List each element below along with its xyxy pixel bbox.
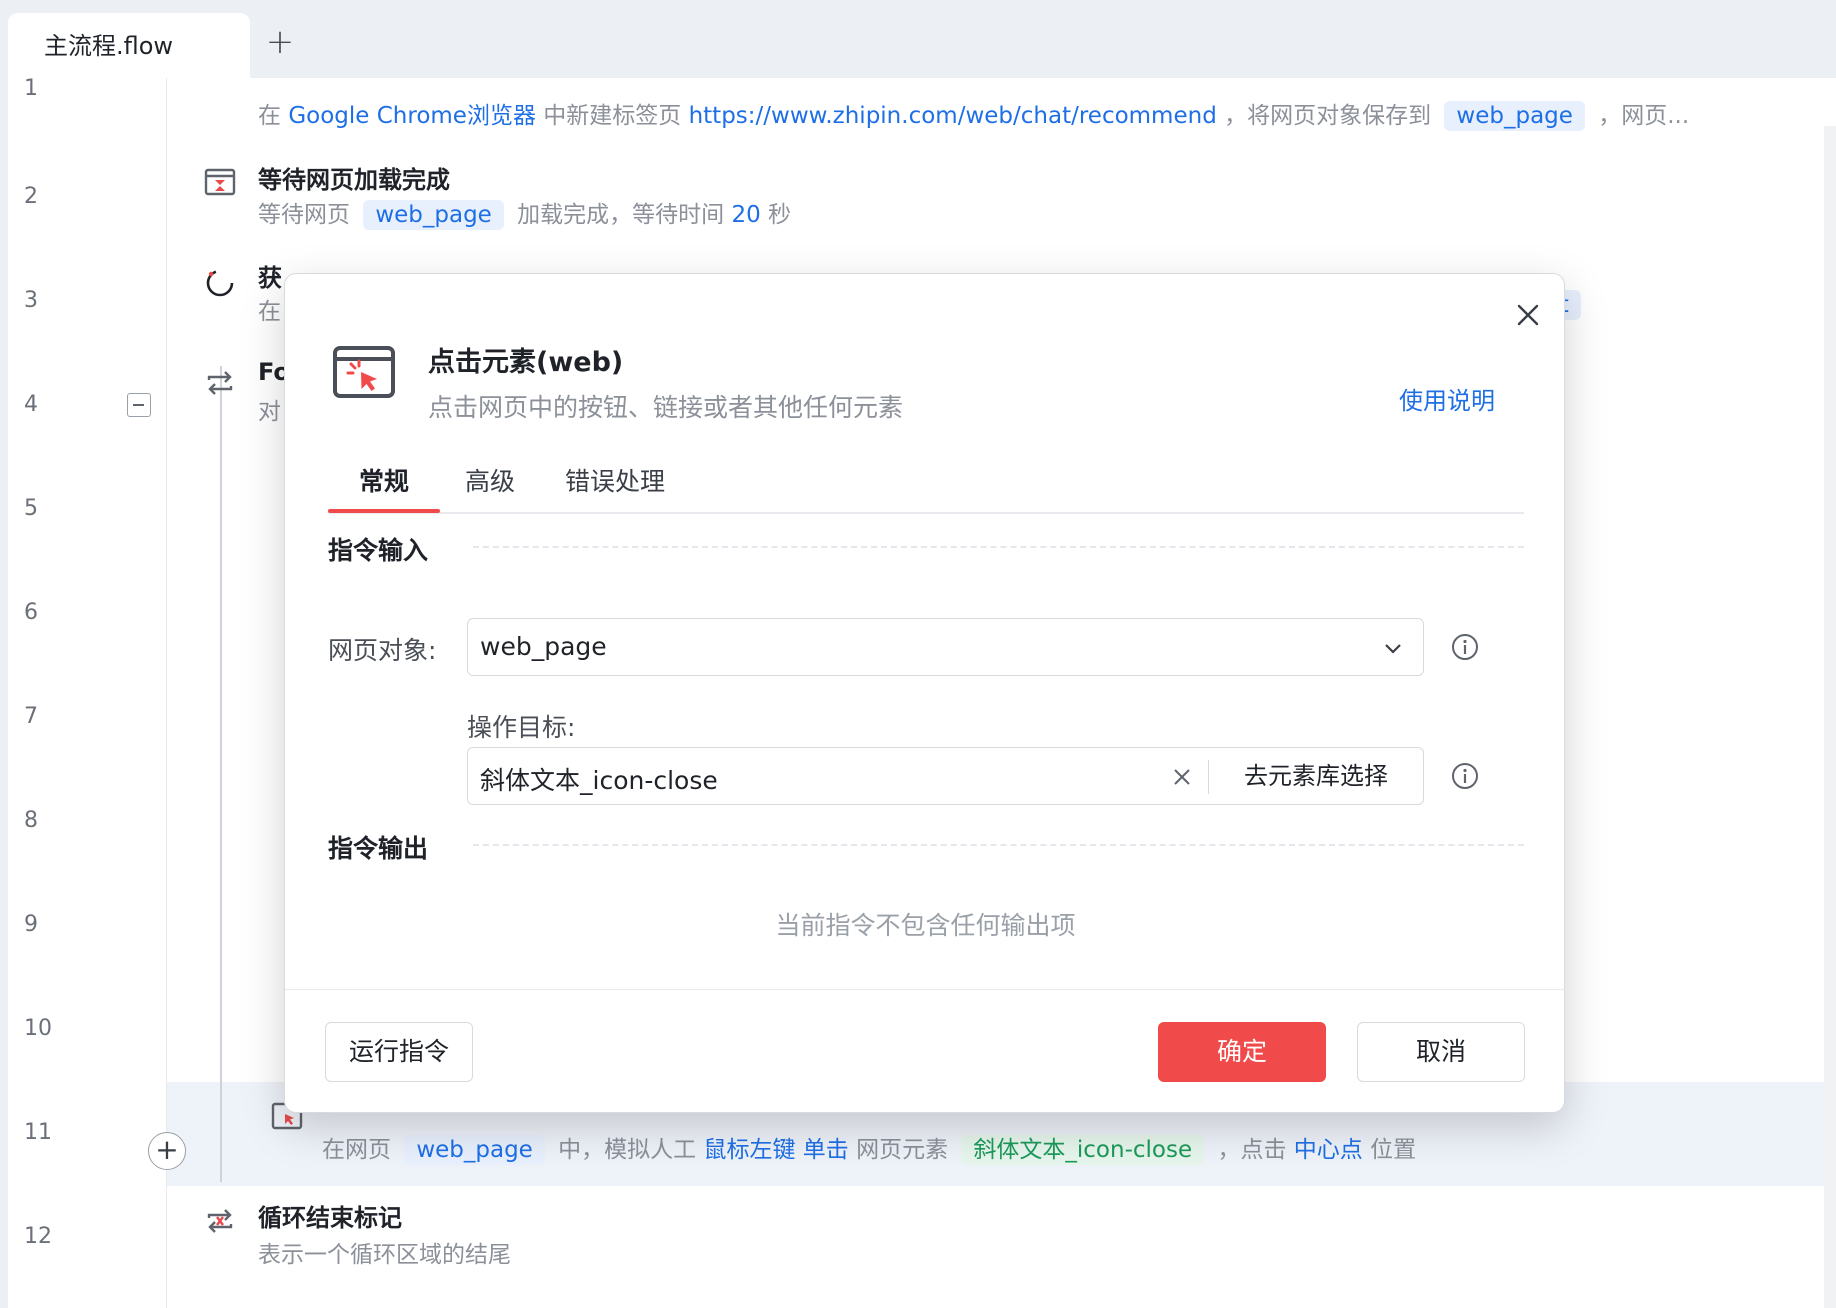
step-2-title[interactable]: 等待网页加载完成 bbox=[258, 160, 450, 195]
close-icon[interactable] bbox=[1513, 300, 1543, 330]
loop-icon bbox=[207, 371, 233, 395]
loop-guide-line bbox=[220, 366, 222, 1182]
line-number: 7 bbox=[24, 704, 38, 729]
run-command-button[interactable]: 运行指令 bbox=[325, 1022, 473, 1082]
line-number: 12 bbox=[24, 1224, 52, 1249]
target-label: 操作目标: bbox=[467, 713, 576, 742]
web-object-label: 网页对象: bbox=[328, 636, 437, 665]
line-number: 5 bbox=[24, 496, 38, 521]
target-element-value: 斜体文本_icon-close bbox=[480, 766, 718, 795]
dialog-subtitle: 点击网页中的按钮、链接或者其他任何元素 bbox=[428, 393, 904, 422]
add-tab-button[interactable]: + bbox=[262, 24, 298, 60]
add-step-button[interactable]: + bbox=[148, 1132, 186, 1170]
step-11-description[interactable]: 在网页 web_page 中，模拟人工 鼠标左键 单击 网页元素 斜体文本_ic… bbox=[322, 1130, 1416, 1165]
dialog-title: 点击元素(web) bbox=[428, 347, 624, 378]
wait-page-icon bbox=[204, 168, 236, 196]
loading-icon bbox=[206, 269, 234, 297]
input-section-title: 指令输入 bbox=[328, 536, 429, 565]
line-number: 10 bbox=[24, 1016, 52, 1041]
section-divider bbox=[473, 546, 1524, 548]
chevron-down-icon bbox=[1385, 644, 1401, 654]
step-12-title[interactable]: 循环结束标记 bbox=[258, 1198, 402, 1233]
line-number: 9 bbox=[24, 912, 38, 937]
clear-icon[interactable] bbox=[1171, 766, 1193, 788]
select-from-library-button[interactable]: 去元素库选择 bbox=[1209, 748, 1423, 804]
step-1-description[interactable]: 在 Google Chrome浏览器 中新建标签页 https://www.zh… bbox=[258, 96, 1689, 131]
footer-divider bbox=[285, 989, 1566, 990]
line-number: 2 bbox=[24, 184, 38, 209]
line-number: 6 bbox=[24, 600, 38, 625]
line-number: 1 bbox=[24, 78, 38, 101]
web-object-value: web_page bbox=[480, 632, 607, 661]
step-3-title[interactable]: 获 bbox=[258, 258, 282, 293]
step-2-description[interactable]: 等待网页 web_page 加载完成，等待时间 20 秒 bbox=[258, 195, 791, 230]
loop-end-icon bbox=[207, 1209, 233, 1233]
step-12-description[interactable]: 表示一个循环区域的结尾 bbox=[258, 1235, 511, 1269]
cancel-button[interactable]: 取消 bbox=[1357, 1022, 1525, 1082]
line-number: 3 bbox=[24, 288, 38, 313]
step-3-description[interactable]: 在 bbox=[258, 292, 281, 326]
line-number: 8 bbox=[24, 808, 38, 833]
output-section-title: 指令输出 bbox=[328, 834, 429, 863]
line-number: 4 bbox=[24, 392, 38, 417]
confirm-button[interactable]: 确定 bbox=[1158, 1022, 1326, 1082]
dialog-tabs: 常规 高级 错误处理 bbox=[328, 460, 1524, 514]
collapse-loop-button[interactable] bbox=[127, 393, 151, 417]
line-number: 11 bbox=[24, 1120, 52, 1145]
active-tab-indicator bbox=[328, 509, 440, 513]
tab-error-handling[interactable]: 错误处理 bbox=[540, 460, 690, 514]
help-link[interactable]: 使用说明 bbox=[1399, 381, 1495, 416]
web-object-select[interactable]: web_page bbox=[467, 618, 1424, 676]
tab-general[interactable]: 常规 bbox=[328, 460, 440, 514]
click-element-icon bbox=[333, 346, 395, 398]
info-icon[interactable] bbox=[1450, 632, 1480, 662]
section-divider bbox=[473, 844, 1524, 846]
click-element-dialog: 点击元素(web) 点击网页中的按钮、链接或者其他任何元素 使用说明 常规 高级… bbox=[284, 273, 1566, 1113]
vertical-scrollbar[interactable] bbox=[1824, 126, 1836, 1308]
tab-bar: 主流程.flow + bbox=[0, 0, 1836, 79]
tab-advanced[interactable]: 高级 bbox=[440, 460, 540, 514]
tab-main-flow[interactable]: 主流程.flow bbox=[8, 13, 250, 79]
target-element-field[interactable]: 斜体文本_icon-close 去元素库选择 bbox=[467, 747, 1424, 805]
step-4-description[interactable]: 对 bbox=[258, 392, 281, 426]
info-icon[interactable] bbox=[1450, 761, 1480, 791]
no-output-message: 当前指令不包含任何输出项 bbox=[775, 911, 1076, 940]
